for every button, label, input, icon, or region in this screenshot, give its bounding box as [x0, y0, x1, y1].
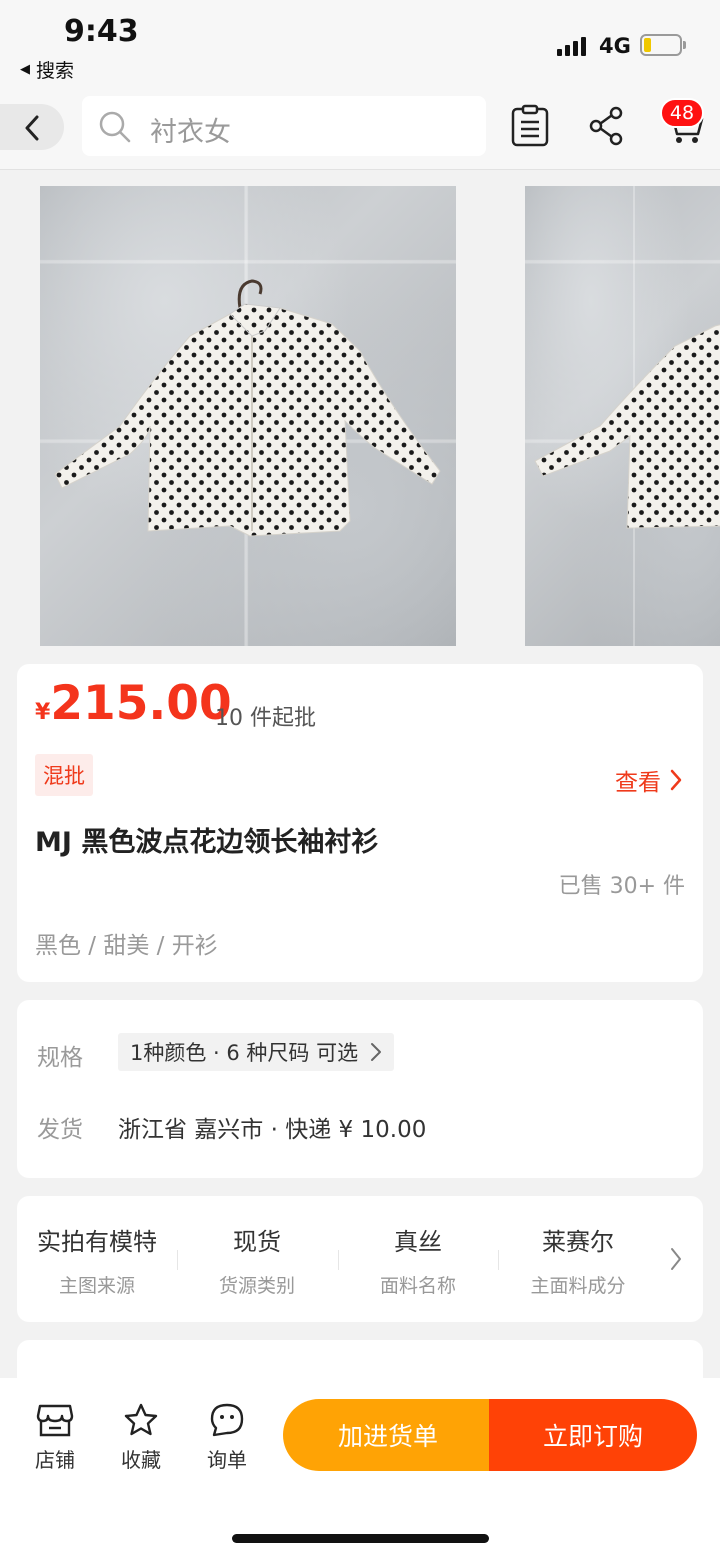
tab-store-label: 店铺	[35, 1448, 75, 1472]
status-time: 9:43	[64, 14, 139, 49]
status-bar: 9:43 ◀ 搜索 4G	[0, 0, 720, 90]
battery-icon	[640, 34, 686, 56]
shirt-illustration	[54, 279, 441, 537]
back-triangle-icon: ◀	[20, 62, 30, 77]
feature-value: 真丝	[394, 1228, 442, 1256]
feature-item: 莱赛尔 主面料成分	[498, 1222, 658, 1298]
feature-item: 真丝 面料名称	[338, 1222, 498, 1298]
min-order-qty: 10 件起批	[215, 706, 316, 731]
feature-value: 莱赛尔	[542, 1228, 614, 1256]
tab-store[interactable]: 店铺	[20, 1402, 90, 1473]
feature-key: 面料名称	[379, 1275, 456, 1297]
price: ¥215.00	[35, 676, 232, 731]
list-icon[interactable]	[508, 104, 552, 148]
feature-value: 现货	[233, 1228, 281, 1256]
cart-count-badge: 48	[660, 98, 704, 128]
home-indicator[interactable]	[232, 1534, 489, 1543]
chevron-right-icon	[670, 769, 682, 791]
features-card[interactable]: 实拍有模特 主图来源 现货 货源类别 真丝 面料名称 莱赛尔 主面料成分	[17, 1196, 703, 1322]
chevron-right-icon	[371, 1043, 382, 1061]
search-icon	[99, 111, 131, 143]
back-button[interactable]	[0, 104, 64, 150]
back-to-app-link[interactable]: ◀ 搜索	[20, 56, 74, 83]
top-nav: 衬衣女	[0, 90, 720, 170]
feature-key: 主图来源	[58, 1275, 135, 1297]
sold-count: 已售 30+ 件	[558, 874, 685, 899]
mixed-batch-tag: 混批	[35, 754, 93, 796]
star-icon	[124, 1403, 158, 1436]
view-label: 查看	[615, 770, 661, 796]
product-info-card: ¥215.00 10 件起批 混批 查看 MJ 黑色波点花边领长袖衬衫 已售 3…	[17, 664, 703, 982]
feature-key: 主面料成分	[530, 1275, 626, 1297]
store-icon	[36, 1404, 74, 1437]
spec-label: 规格	[37, 1045, 83, 1071]
feature-value: 实拍有模特	[37, 1228, 157, 1256]
view-link[interactable]: 查看	[615, 763, 683, 797]
product-attributes: 黑色 / 甜美 / 开衫	[35, 933, 218, 959]
tab-inquiry-label: 询单	[207, 1448, 247, 1472]
product-title: MJ 黑色波点花边领长袖衬衫	[35, 827, 379, 858]
spec-selector[interactable]: 1种颜色 · 6 种尺码 可选	[118, 1033, 395, 1071]
signal-icon	[557, 36, 586, 56]
shirt-illustration-next	[534, 324, 720, 529]
search-input[interactable]: 衬衣女	[82, 96, 486, 156]
feature-key: 货源类别	[218, 1275, 295, 1297]
buy-now-button[interactable]: 立即订购	[489, 1399, 697, 1471]
ship-value: 浙江省 嘉兴市 · 快递 ¥ 10.00	[118, 1117, 427, 1143]
product-image-main[interactable]	[40, 186, 456, 646]
currency-symbol: ¥	[35, 700, 51, 725]
ship-label: 发货	[37, 1117, 83, 1143]
tab-inquiry[interactable]: 询单	[192, 1402, 262, 1473]
spec-value: 1种颜色 · 6 种尺码 可选	[130, 1041, 359, 1065]
chevron-right-icon[interactable]	[669, 1246, 683, 1272]
back-app-label: 搜索	[36, 60, 75, 82]
feature-item: 现货 货源类别	[177, 1222, 337, 1298]
spec-card: 规格 1种颜色 · 6 种尺码 可选 发货 浙江省 嘉兴市 · 快递 ¥ 10.…	[17, 1000, 703, 1178]
add-to-purchase-list-button[interactable]: 加进货单	[283, 1399, 493, 1471]
product-image-next[interactable]	[525, 186, 720, 646]
chat-icon	[210, 1403, 244, 1437]
bottom-action-bar: 店铺 收藏 询单 加进货单 立即订购	[0, 1378, 720, 1558]
price-value: 215.00	[50, 676, 232, 731]
tab-favorite[interactable]: 收藏	[106, 1402, 176, 1473]
share-icon[interactable]	[585, 104, 629, 148]
tab-favorite-label: 收藏	[121, 1448, 161, 1472]
search-placeholder: 衬衣女	[150, 117, 231, 148]
network-type: 4G	[599, 34, 631, 58]
feature-item: 实拍有模特 主图来源	[17, 1222, 177, 1298]
chevron-left-icon	[25, 115, 39, 141]
